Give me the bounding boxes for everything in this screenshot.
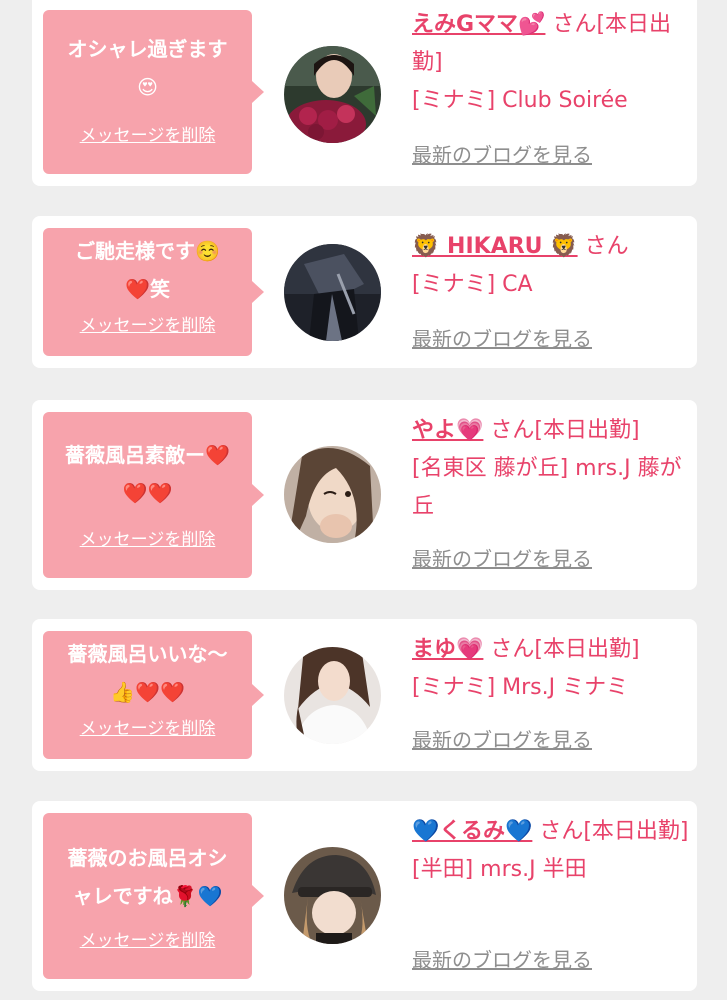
sender-name-link[interactable]: まゆ💗	[412, 637, 483, 662]
honorific-status: さん	[577, 234, 629, 259]
avatar[interactable]	[284, 647, 381, 744]
shop-name: [半田] mrs.J 半田	[412, 857, 587, 882]
latest-blog-link[interactable]: 最新のブログを見る	[412, 947, 592, 973]
message-bubble: ご馳走様です☺️ ❤️笑 メッセージを削除	[43, 228, 264, 356]
message-feed: オシャレ過ぎます 😍 メッセージを削除 えみGママ💕 さん[本日出勤] [ミナミ…	[0, 0, 727, 1000]
woman-winking-photo-icon	[284, 446, 381, 543]
honorific-status: さん[本日出勤]	[532, 819, 689, 844]
message-text: ご馳走様です☺️ ❤️笑	[75, 239, 220, 301]
message-text: オシャレ過ぎます 😍	[67, 37, 228, 99]
woman-with-cap-photo-icon	[284, 847, 381, 944]
delete-message-link[interactable]: メッセージを削除	[43, 530, 252, 550]
message-bubble: 薔薇風呂いいな〜 👍❤️❤️ メッセージを削除	[43, 631, 264, 759]
sender-info: 💙くるみ💙 さん[本日出勤] [半田] mrs.J 半田	[412, 813, 690, 889]
honorific-status: さん[本日出勤]	[483, 418, 640, 443]
message-card: 薔薇風呂いいな〜 👍❤️❤️ メッセージを削除 まゆ💗 さん[本日出勤] [ミナ…	[32, 619, 697, 771]
delete-message-link[interactable]: メッセージを削除	[43, 126, 252, 146]
sender-info: まゆ💗 さん[本日出勤] [ミナミ] Mrs.J ミナミ	[412, 631, 690, 707]
message-bubble: 薔薇風呂素敵ー❤️ ❤️❤️ メッセージを削除	[43, 412, 264, 578]
shop-name: [ミナミ] Club Soirée	[412, 88, 628, 113]
sender-info: 🦁 HIKARU 🦁 さん [ミナミ] CA	[412, 228, 690, 304]
latest-blog-link[interactable]: 最新のブログを見る	[412, 727, 592, 753]
woman-white-top-photo-icon	[284, 647, 381, 744]
sender-name-link[interactable]: えみGママ💕	[412, 12, 545, 37]
message-card: 薔薇風呂素敵ー❤️ ❤️❤️ メッセージを削除 やよ💗 さん[本日出勤] [名東…	[32, 400, 697, 590]
dark-portrait-photo-icon	[284, 244, 381, 341]
honorific-status: さん[本日出勤]	[483, 637, 640, 662]
sender-name-link[interactable]: 🦁 HIKARU 🦁	[412, 234, 578, 259]
message-bubble: オシャレ過ぎます 😍 メッセージを削除	[43, 10, 264, 174]
message-text: 薔薇風呂素敵ー❤️ ❤️❤️	[65, 443, 230, 505]
message-card: 薔薇のお風呂オシ ャレですね🌹💙 メッセージを削除 💙くるみ💙 さん[本日出勤]…	[32, 801, 697, 991]
sender-name-link[interactable]: 💙くるみ💙	[412, 819, 532, 844]
avatar[interactable]	[284, 847, 381, 944]
delete-message-link[interactable]: メッセージを削除	[43, 931, 252, 951]
sender-name-link[interactable]: やよ💗	[412, 418, 483, 443]
woman-with-roses-photo-icon	[284, 46, 381, 143]
latest-blog-link[interactable]: 最新のブログを見る	[412, 142, 592, 168]
avatar[interactable]	[284, 446, 381, 543]
shop-name: [名東区 藤が丘] mrs.J 藤が丘	[412, 456, 682, 519]
message-card: オシャレ過ぎます 😍 メッセージを削除 えみGママ💕 さん[本日出勤] [ミナミ…	[32, 0, 697, 186]
avatar[interactable]	[284, 244, 381, 341]
message-text: 薔薇のお風呂オシ ャレですね🌹💙	[67, 846, 228, 908]
shop-name: [ミナミ] CA	[412, 272, 533, 297]
shop-name: [ミナミ] Mrs.J ミナミ	[412, 675, 629, 700]
delete-message-link[interactable]: メッセージを削除	[43, 719, 252, 739]
message-bubble: 薔薇のお風呂オシ ャレですね🌹💙 メッセージを削除	[43, 813, 264, 979]
message-card: ご馳走様です☺️ ❤️笑 メッセージを削除 🦁 HIKARU 🦁 さん [ミナミ…	[32, 216, 697, 368]
latest-blog-link[interactable]: 最新のブログを見る	[412, 546, 592, 572]
avatar[interactable]	[284, 46, 381, 143]
sender-info: えみGママ💕 さん[本日出勤] [ミナミ] Club Soirée	[412, 6, 690, 120]
sender-info: やよ💗 さん[本日出勤] [名東区 藤が丘] mrs.J 藤が丘	[412, 412, 690, 526]
delete-message-link[interactable]: メッセージを削除	[43, 316, 252, 336]
message-text: 薔薇風呂いいな〜 👍❤️❤️	[67, 642, 228, 704]
latest-blog-link[interactable]: 最新のブログを見る	[412, 326, 592, 352]
